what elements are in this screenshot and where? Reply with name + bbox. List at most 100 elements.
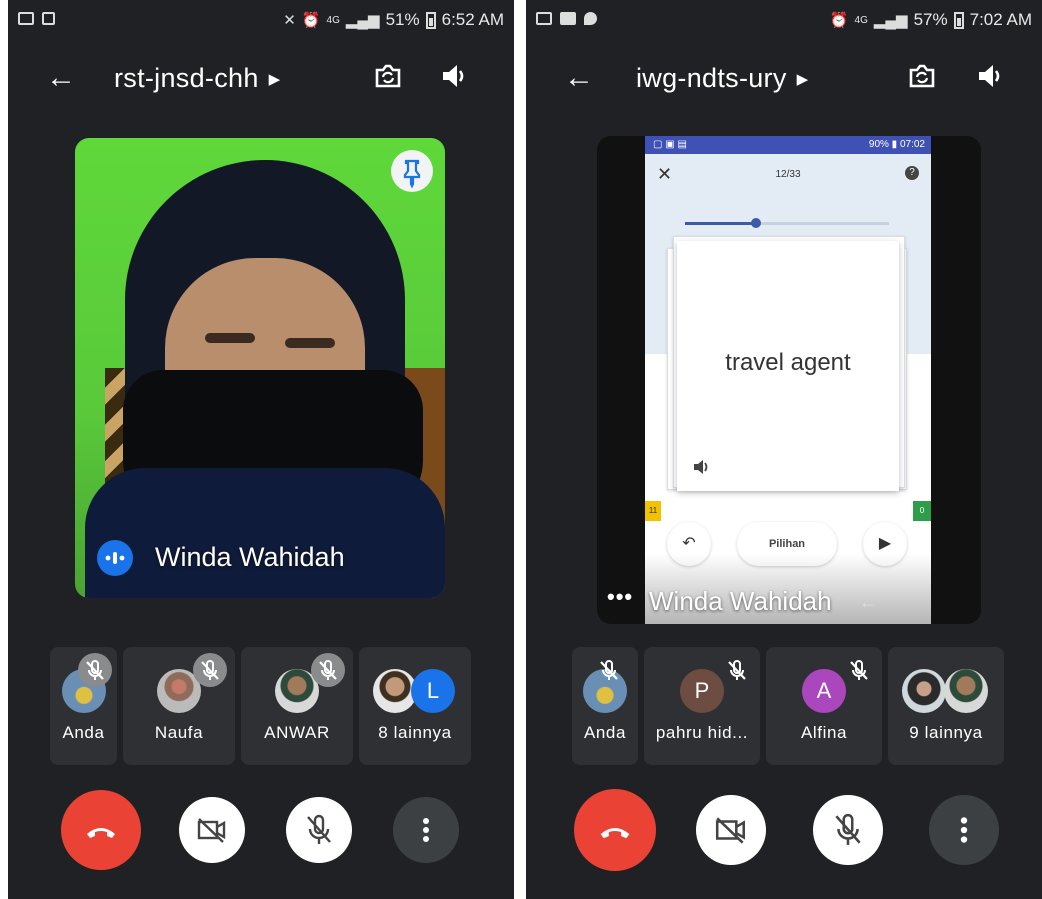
more-options-button[interactable] xyxy=(929,795,999,865)
speaking-indicator xyxy=(97,540,133,576)
audio-level-icon xyxy=(105,552,125,564)
end-call-button[interactable] xyxy=(61,790,141,870)
participant-tile[interactable]: Naufa xyxy=(123,647,235,765)
battery-percent: 57% xyxy=(913,10,948,29)
eye-left xyxy=(205,333,255,343)
pin-icon xyxy=(403,159,421,189)
participant-name: Anda xyxy=(583,723,627,742)
meeting-toolbar: ← rst-jnsd-chh ▶ xyxy=(8,55,514,107)
gallery-icon xyxy=(18,12,34,25)
more-vert-icon xyxy=(960,817,968,843)
camera-toggle-button[interactable] xyxy=(179,797,245,863)
avatar: P xyxy=(680,669,724,713)
signal-icon: ▂▄▆ xyxy=(873,12,908,29)
participant-tile[interactable]: 9 lainnya xyxy=(888,647,1004,765)
mic-off-icon xyxy=(842,653,876,687)
switch-camera-icon[interactable] xyxy=(906,60,938,92)
flashcard[interactable]: travel agent xyxy=(677,241,899,491)
participant-name: Alfina xyxy=(800,723,848,742)
mic-toggle-button[interactable] xyxy=(286,797,352,863)
participant-tile[interactable]: A Alfina xyxy=(766,647,882,765)
mic-off-icon xyxy=(592,653,626,687)
progress-knob[interactable] xyxy=(751,218,762,228)
participant-tile[interactable]: Anda xyxy=(572,647,638,765)
speaker-name: Winda Wahidah xyxy=(155,542,345,572)
phone-screen-left: ✕ ⏰ 4G ▂▄▆ 51% 6:52 AM ← rst-jnsd-chh ▶ xyxy=(8,0,514,899)
battery-charging-icon xyxy=(953,11,964,29)
shared-status-bar: ▢ ▣ ▤ 90% ▮ 07:02 xyxy=(645,136,931,154)
meeting-code: iwg-ndts-ury xyxy=(636,63,787,93)
avatar: A xyxy=(802,669,846,713)
shared-clock: 07:02 xyxy=(899,139,925,150)
mic-toggle-button[interactable] xyxy=(813,795,883,865)
eye-right xyxy=(285,338,335,348)
more-options-button[interactable] xyxy=(393,797,459,863)
sound-icon[interactable] xyxy=(693,459,711,475)
progress-fill xyxy=(685,222,757,225)
chat-icon xyxy=(584,12,597,25)
participant-name: 8 lainnya xyxy=(378,723,452,742)
mic-off-icon xyxy=(720,653,754,687)
network-type: 4G xyxy=(854,14,868,26)
battery-icon xyxy=(425,11,436,29)
hang-up-icon xyxy=(600,827,630,839)
participant-name: 9 lainnya xyxy=(909,723,983,742)
shared-battery: 90% xyxy=(868,139,889,150)
participant-tile[interactable]: L 8 lainnya xyxy=(359,647,471,765)
folder-icon xyxy=(560,12,576,25)
meeting-title[interactable]: rst-jnsd-chh ▶ xyxy=(114,63,280,94)
mute-notif-icon: ✕ xyxy=(283,12,296,29)
switch-camera-icon[interactable] xyxy=(372,60,404,92)
back-arrow-icon[interactable]: ← xyxy=(564,61,594,95)
participant-name: Naufa xyxy=(154,723,204,742)
gallery-icon xyxy=(536,12,552,25)
alarm-icon: ⏰ xyxy=(301,12,321,29)
meeting-title[interactable]: iwg-ndts-ury ▶ xyxy=(636,63,808,94)
back-arrow-icon[interactable]: ← xyxy=(46,61,76,95)
clock: 6:52 AM xyxy=(441,10,504,29)
mic-off-icon xyxy=(307,814,331,844)
participant-tile[interactable]: Anda xyxy=(50,647,117,765)
mic-off-icon xyxy=(311,653,345,687)
help-icon[interactable]: ? xyxy=(905,166,919,180)
mic-off-icon xyxy=(78,653,112,687)
more-horiz-icon[interactable]: ••• xyxy=(607,584,633,610)
pin-button[interactable] xyxy=(391,150,433,192)
main-video-tile[interactable]: ▢ ▣ ▤ 90% ▮ 07:02 ✕ 12/33 ? travel agent… xyxy=(597,136,981,624)
avatar xyxy=(944,669,988,713)
avatar xyxy=(902,669,946,713)
status-bar: ⏰ 4G ▂▄▆ 57% 7:02 AM xyxy=(526,8,1042,36)
main-video-tile[interactable]: Winda Wahidah xyxy=(75,138,445,598)
speaker-name: Winda Wahidah xyxy=(649,586,832,616)
mic-off-icon xyxy=(193,653,227,687)
avatar: L xyxy=(411,669,455,713)
progress-bar xyxy=(685,218,889,228)
shared-screen: ▢ ▣ ▤ 90% ▮ 07:02 ✕ 12/33 ? travel agent… xyxy=(645,136,931,624)
status-bar: ✕ ⏰ 4G ▂▄▆ 51% 6:52 AM xyxy=(8,8,514,36)
end-call-button[interactable] xyxy=(574,789,656,871)
caret-right-icon: ▶ xyxy=(268,70,281,88)
flashcard-term: travel agent xyxy=(725,349,851,376)
caret-right-icon: ▶ xyxy=(796,70,809,88)
network-type: 4G xyxy=(326,14,340,26)
phone-screen-right: ⏰ 4G ▂▄▆ 57% 7:02 AM ← iwg-ndts-ury ▶ ▢ … xyxy=(526,0,1042,899)
hang-up-icon xyxy=(87,828,115,838)
camera-toggle-button[interactable] xyxy=(696,795,766,865)
participant-tile[interactable]: ANWAR xyxy=(241,647,353,765)
more-vert-icon xyxy=(423,818,429,842)
clock: 7:02 AM xyxy=(969,10,1032,29)
shared-notif-icons: ▢ ▣ ▤ xyxy=(653,139,687,150)
participant-tile[interactable]: P pahru hid... xyxy=(644,647,760,765)
participant-name: Anda xyxy=(62,723,105,742)
camera-off-icon xyxy=(715,817,745,844)
still-learning-counter: 11 xyxy=(645,501,661,521)
undo-icon: ↶ xyxy=(682,535,696,552)
participant-name: pahru hid... xyxy=(655,723,749,742)
participant-name: ANWAR xyxy=(264,723,330,742)
speaker-icon[interactable] xyxy=(440,60,470,92)
mic-off-icon xyxy=(835,813,861,845)
arrow-left-icon: ← xyxy=(859,592,877,612)
alarm-icon: ⏰ xyxy=(829,12,849,29)
signal-icon: ▂▄▆ xyxy=(345,12,380,29)
speaker-icon[interactable] xyxy=(976,60,1006,92)
